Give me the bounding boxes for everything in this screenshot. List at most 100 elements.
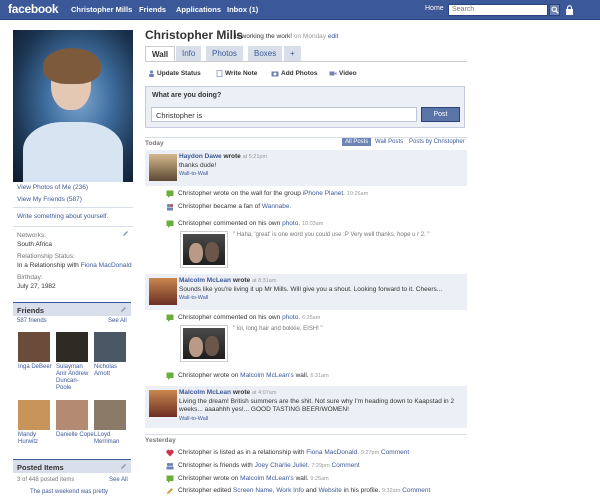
- friend-photo[interactable]: [94, 332, 126, 362]
- filter-all-posts[interactable]: All Posts: [342, 138, 372, 146]
- friend-photo[interactable]: [18, 332, 50, 362]
- feed-item: Christopher is listed as in a relationsh…: [145, 447, 467, 459]
- search-icon: [551, 6, 559, 14]
- birthday-value[interactable]: July 27, 1982: [17, 283, 56, 290]
- feed-item: Christopher commented on his own photo. …: [145, 218, 467, 230]
- posted-items-header: Posted Items: [13, 459, 131, 473]
- comment-text: " lol, long hair and bokkie, EISH! ": [233, 326, 323, 332]
- write-about-link[interactable]: Write something about yourself.: [17, 213, 108, 220]
- friend-tile[interactable]: Danielle Cope: [56, 400, 94, 439]
- pencil-icon: [167, 488, 173, 494]
- posted-items-title: Posted Items: [17, 463, 64, 472]
- wall-to-wall-link[interactable]: Wall-to-Wall: [179, 416, 208, 422]
- friend-photo[interactable]: [18, 400, 50, 430]
- facebook-logo[interactable]: facebook: [8, 2, 59, 16]
- post-text: Sounds like you're living it up Mr Mills…: [179, 285, 443, 293]
- nav-friends[interactable]: Friends: [139, 5, 166, 14]
- friend-tile[interactable]: Mandy Hurwitz: [18, 400, 56, 446]
- pencil-icon[interactable]: [120, 463, 127, 470]
- top-nav-bar: facebook Christopher Mills Friends Appli…: [0, 0, 600, 20]
- posted-items-count: 3 of 448 posted items: [17, 477, 75, 483]
- post-author[interactable]: Malcolm McLean: [179, 389, 231, 396]
- nav-home[interactable]: Home: [425, 5, 444, 12]
- friends-see-all[interactable]: See All: [108, 318, 127, 324]
- wall-to-wall-link[interactable]: Wall-to-Wall: [179, 171, 208, 177]
- pencil-icon[interactable]: [120, 306, 127, 313]
- post-text: thanks dude!: [179, 161, 217, 169]
- networks-value: South Africa: [17, 241, 53, 248]
- friend-photo[interactable]: [94, 400, 126, 430]
- write-note-tab[interactable]: Write Note: [216, 70, 257, 77]
- post-button[interactable]: Post: [421, 107, 460, 122]
- note-icon: [216, 70, 223, 77]
- friends-icon: [166, 462, 174, 470]
- wall-post-icon: [166, 190, 174, 198]
- avatar[interactable]: [149, 278, 177, 305]
- wall-post: Malcolm McLean wrote at 4:07am Living th…: [145, 386, 467, 428]
- avatar[interactable]: [149, 154, 177, 181]
- status-input[interactable]: Christopher is: [151, 107, 417, 122]
- filter-posts-by-christopher[interactable]: Posts by Christopher: [409, 139, 465, 145]
- feed-item: Christopher wrote on the wall for the gr…: [145, 188, 467, 200]
- tab-wall[interactable]: Wall: [145, 46, 176, 61]
- posted-items-see-all[interactable]: See All: [109, 477, 128, 483]
- wall-post: Malcolm McLean wrote at 8:31am Sounds li…: [145, 274, 467, 310]
- tab-boxes[interactable]: Boxes: [248, 46, 283, 61]
- profile-name: Christopher Mills: [145, 28, 244, 42]
- posted-item-link[interactable]: The past weekend was pretty: [30, 489, 108, 495]
- view-friends-link[interactable]: View My Friends (587): [17, 196, 82, 203]
- add-photos-tab[interactable]: Add Photos: [271, 70, 317, 77]
- tab-photos[interactable]: Photos: [206, 46, 243, 61]
- photo-thumbnail[interactable]: [181, 232, 227, 267]
- friends-title: Friends: [17, 306, 45, 315]
- video-tab[interactable]: Video: [329, 70, 357, 77]
- heart-icon: [166, 449, 174, 457]
- view-photos-link[interactable]: View Photos of Me (236): [17, 184, 88, 191]
- friend-tile[interactable]: Inga DeBeer: [18, 332, 56, 371]
- pencil-icon[interactable]: [122, 230, 129, 237]
- profile-picture[interactable]: [13, 30, 133, 182]
- tab-add[interactable]: +: [284, 46, 301, 61]
- comment-icon: [166, 220, 174, 228]
- friend-photo[interactable]: [56, 332, 88, 362]
- feed-item: Christopher commented on his own photo. …: [145, 312, 467, 324]
- wall-post-icon: [166, 475, 174, 483]
- nav-profile[interactable]: Christopher Mills: [71, 5, 132, 14]
- feed-item: Christopher wrote on Malcolm McLean's wa…: [145, 370, 467, 382]
- comment-link[interactable]: Comment: [402, 487, 430, 494]
- relationship-partner-link[interactable]: Fiona MacDonald: [81, 262, 132, 269]
- day-header-yesterday: Yesterday: [145, 434, 467, 446]
- friend-tile[interactable]: Nicholas Arnott: [94, 332, 132, 378]
- camera-icon: [271, 71, 279, 77]
- lock-icon[interactable]: [565, 5, 574, 15]
- friend-photo[interactable]: [56, 400, 88, 430]
- status-edit-link[interactable]: edit: [328, 33, 338, 40]
- birthday-label: Birthday:: [17, 274, 43, 281]
- wall-post-icon: [166, 372, 174, 380]
- post-author[interactable]: Haydon Dawe: [179, 153, 222, 160]
- post-author[interactable]: Malcolm McLean: [179, 277, 231, 284]
- wall-to-wall-link[interactable]: Wall-to-Wall: [179, 295, 208, 301]
- friends-section-header: Friends: [13, 302, 131, 316]
- networks-label: Networks:: [17, 232, 46, 239]
- nav-inbox[interactable]: Inbox (1): [227, 5, 258, 14]
- friends-count[interactable]: 587 friends: [17, 318, 47, 324]
- update-status-tab[interactable]: Update Status: [148, 70, 201, 77]
- friend-tile[interactable]: Sulayman Anir Andrew Duncan-Poole: [56, 332, 94, 392]
- comment-icon: [166, 314, 174, 322]
- relationship-label: Relationship Status:: [17, 253, 75, 260]
- comment-link[interactable]: Comment: [381, 449, 409, 456]
- friend-tile[interactable]: LLoyd Merriman: [94, 400, 132, 446]
- wall-post: Haydon Dawe wrote at 5:21pm thanks dude!…: [145, 150, 467, 186]
- photo-thumbnail[interactable]: [181, 326, 227, 361]
- filter-wall-posts[interactable]: Wall Posts: [375, 139, 403, 145]
- comment-link[interactable]: Comment: [332, 462, 360, 469]
- fan-icon: [166, 203, 174, 211]
- avatar[interactable]: [149, 390, 177, 417]
- search-button[interactable]: [549, 4, 560, 16]
- tab-info[interactable]: Info: [176, 46, 202, 61]
- search-input[interactable]: Search: [448, 4, 548, 16]
- status-publisher: What are you doing? Christopher is Post: [145, 86, 465, 128]
- nav-applications[interactable]: Applications: [176, 5, 221, 14]
- feed-item: Christopher became a fan of Wannabe.: [145, 201, 467, 213]
